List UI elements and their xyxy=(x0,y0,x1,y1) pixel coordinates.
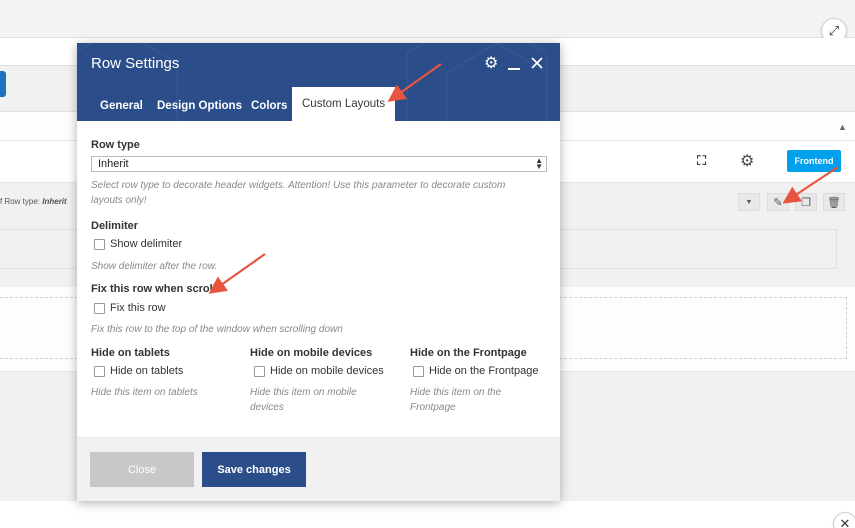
hide-frontpage-help: Hide this item on the Frontpage xyxy=(410,387,502,413)
hide-mobile-checkbox[interactable] xyxy=(254,365,265,377)
gear-icon[interactable]: ⚙ xyxy=(484,56,498,72)
pencil-icon: ✎ xyxy=(773,196,783,209)
row-type-help: Select row type to decorate header widge… xyxy=(91,180,506,206)
fix-row-label: Fix this row when scroll xyxy=(91,283,216,295)
hide-tablets-help: Hide this item on tablets xyxy=(91,387,198,398)
row-caret-button[interactable]: ▼ xyxy=(738,193,760,211)
hide-mobile-label: Hide on mobile devices xyxy=(250,347,373,359)
hide-tablets-row[interactable]: Hide on tablets xyxy=(94,365,183,377)
row-type-prefix: f Row type: xyxy=(0,197,41,206)
hide-frontpage-label: Hide on the Frontpage xyxy=(410,347,527,359)
frontend-button[interactable]: Frontend xyxy=(787,150,841,172)
tab-general[interactable]: General xyxy=(100,90,143,121)
tab-custom-layouts[interactable]: Custom Layouts xyxy=(292,87,396,121)
modal-footer: Close Save changes xyxy=(77,437,560,501)
hide-frontpage-row[interactable]: Hide on the Frontpage xyxy=(413,365,538,377)
row-type-select[interactable]: Inherit ▲ ▼ xyxy=(91,156,547,172)
close-button[interactable]: ✕ xyxy=(833,512,855,528)
bottom-band xyxy=(0,501,855,528)
hide-frontpage-checkbox[interactable] xyxy=(413,365,424,377)
expand-icon: ⤢ xyxy=(828,23,840,38)
hide-tablets-checkbox[interactable] xyxy=(94,365,105,377)
show-delimiter-row[interactable]: Show delimiter xyxy=(94,238,182,250)
close-icon[interactable] xyxy=(530,56,544,74)
modal-header: Row Settings ⚙ General Design Options Co… xyxy=(77,43,560,121)
show-delimiter-text: Show delimiter xyxy=(110,238,183,250)
row-type-select-value: Inherit xyxy=(98,158,129,170)
fix-row-help: Fix this row to the top of the window wh… xyxy=(91,324,343,335)
save-changes-button[interactable]: Save changes xyxy=(202,452,306,487)
show-delimiter-checkbox[interactable] xyxy=(94,238,105,250)
gear-icon[interactable]: ⚙ xyxy=(740,151,754,171)
close-button[interactable]: Close xyxy=(90,452,194,487)
hide-mobile-help: Hide this item on mobile devices xyxy=(250,387,357,413)
blue-button-edge[interactable] xyxy=(0,71,6,97)
row-edit-button[interactable]: ✎ xyxy=(767,193,789,211)
row-copy-button[interactable]: ❐ xyxy=(795,193,817,211)
hide-tablets-text: Hide on tablets xyxy=(110,365,184,377)
hide-tablets-label: Hide on tablets xyxy=(91,347,170,359)
tab-design-options[interactable]: Design Options xyxy=(157,90,242,121)
row-settings-modal: Row Settings ⚙ General Design Options Co… xyxy=(77,43,560,501)
fix-row-checkbox[interactable] xyxy=(94,302,105,314)
fullscreen-icon[interactable]: ⛶ xyxy=(697,153,706,169)
delimiter-help: Show delimiter after the row. xyxy=(91,261,218,272)
row-type-label: Row type xyxy=(91,139,140,151)
hide-frontpage-text: Hide on the Frontpage xyxy=(429,365,539,377)
caret-down-icon: ▼ xyxy=(745,198,753,206)
copy-icon: ❐ xyxy=(801,196,811,209)
hide-mobile-row[interactable]: Hide on mobile devices xyxy=(254,365,384,377)
caret-up-icon[interactable]: ▲ xyxy=(838,122,847,132)
tab-colors[interactable]: Colors xyxy=(251,90,287,121)
delimiter-label: Delimiter xyxy=(91,220,139,232)
close-icon: ✕ xyxy=(839,516,851,528)
row-delete-button[interactable]: 🗑 xyxy=(823,193,845,211)
row-type-info: f Row type: Inherit xyxy=(0,197,67,206)
fix-row-row[interactable]: Fix this row xyxy=(94,302,166,314)
hide-mobile-text: Hide on mobile devices xyxy=(270,365,384,377)
select-arrows-icon: ▲ ▼ xyxy=(535,156,543,171)
trash-icon: 🗑 xyxy=(827,196,841,209)
modal-title: Row Settings xyxy=(91,55,180,72)
top-strip xyxy=(0,0,855,38)
minimize-icon[interactable] xyxy=(508,56,520,76)
modal-body: Row type Inherit ▲ ▼ Select row type to d… xyxy=(77,121,560,437)
row-type-value: Inherit xyxy=(42,197,67,206)
fix-row-text: Fix this row xyxy=(110,302,166,314)
